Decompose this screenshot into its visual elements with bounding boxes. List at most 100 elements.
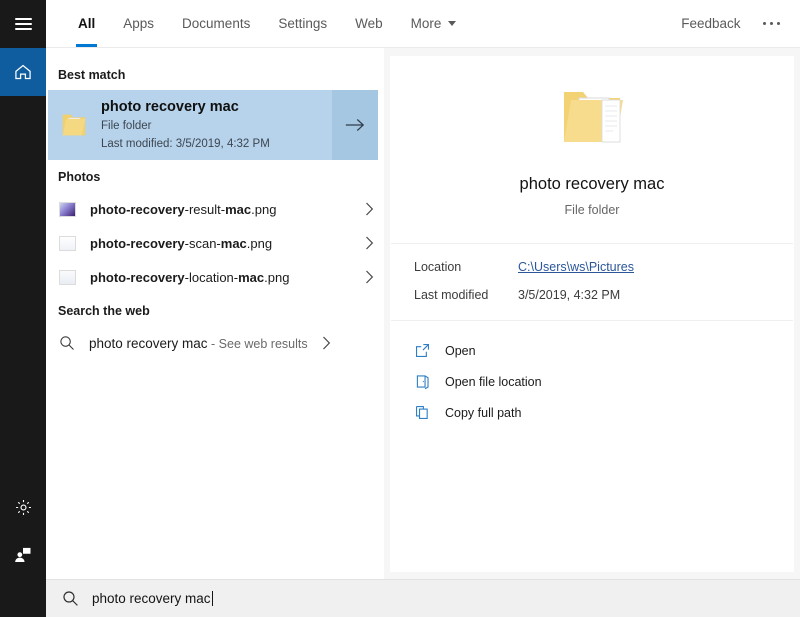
open-external-icon bbox=[415, 343, 430, 358]
image-thumbnail-icon bbox=[59, 269, 76, 285]
list-item[interactable]: photo-recovery-scan-mac.png bbox=[46, 226, 384, 260]
action-label: Open bbox=[445, 343, 476, 358]
best-match-result[interactable]: photo recovery mac File folder Last modi… bbox=[48, 90, 378, 160]
metadata-key: Last modified bbox=[414, 288, 489, 302]
photo-result-label: photo-recovery-result-mac.png bbox=[90, 202, 351, 217]
image-thumbnail-icon bbox=[59, 201, 76, 217]
left-rail bbox=[0, 0, 46, 617]
list-item[interactable]: photo-recovery-result-mac.png bbox=[46, 192, 384, 226]
tab-documents[interactable]: Documents bbox=[168, 0, 264, 47]
arrow-right-icon bbox=[345, 119, 365, 131]
rail-bottom-group bbox=[0, 483, 46, 579]
tab-apps-label: Apps bbox=[123, 16, 155, 31]
photo-label-part: photo-recovery bbox=[90, 235, 185, 251]
photo-label-part: -location- bbox=[184, 269, 239, 285]
action-open[interactable]: Open bbox=[414, 335, 770, 366]
web-search-label: photo recovery mac - See web results bbox=[89, 336, 308, 351]
metadata-value: 3/5/2019, 4:32 PM bbox=[518, 288, 621, 302]
best-match-heading: Best match bbox=[58, 68, 126, 82]
search-input[interactable]: photo recovery mac bbox=[92, 591, 213, 606]
hamburger-icon bbox=[14, 15, 32, 33]
action-label: Copy full path bbox=[445, 405, 522, 420]
tab-more[interactable]: More bbox=[397, 0, 471, 47]
chevron-down-icon bbox=[448, 21, 457, 26]
search-icon bbox=[60, 336, 74, 350]
photo-label-part: .png bbox=[246, 235, 273, 251]
ellipsis-icon[interactable] bbox=[759, 16, 785, 32]
person-feedback-icon bbox=[15, 547, 31, 562]
tab-settings-label: Settings bbox=[278, 16, 328, 31]
photo-label-part: .png bbox=[264, 269, 290, 285]
location-link[interactable]: C:\Users\ws\Pictures bbox=[518, 260, 634, 274]
hamburger-menu-button[interactable] bbox=[0, 0, 46, 48]
main-content: Best match photo recovery mac File folde… bbox=[46, 48, 800, 579]
search-input-value: photo recovery mac bbox=[92, 591, 211, 606]
detail-hero: photo recovery mac File folder bbox=[390, 56, 794, 243]
windows-search-window: All Apps Documents Settings Web More Fee… bbox=[0, 0, 800, 617]
tab-apps[interactable]: Apps bbox=[109, 0, 168, 47]
text-cursor bbox=[211, 591, 213, 606]
folder-icon bbox=[62, 114, 86, 136]
rail-item-home[interactable] bbox=[0, 48, 46, 96]
copy-icon bbox=[415, 405, 428, 420]
photo-label-part: mac bbox=[220, 235, 247, 251]
folder-icon-large bbox=[564, 92, 623, 143]
metadata-key: Location bbox=[414, 260, 462, 274]
web-search-item[interactable]: photo recovery mac - See web results bbox=[46, 326, 384, 360]
photo-label-part: .png bbox=[251, 201, 277, 217]
best-match-kind: File folder bbox=[101, 120, 152, 133]
chevron-right-icon bbox=[366, 270, 374, 284]
home-icon bbox=[15, 64, 31, 80]
detail-panel: photo recovery mac File folder Location … bbox=[390, 56, 794, 572]
tab-bar: All Apps Documents Settings Web More Fee… bbox=[46, 0, 800, 48]
web-search-suffix: - See web results bbox=[207, 336, 308, 351]
metadata-row-location: Location C:\Users\ws\Pictures bbox=[414, 260, 770, 274]
tab-web-label: Web bbox=[355, 16, 383, 31]
action-copy-full-path[interactable]: Copy full path bbox=[414, 397, 770, 428]
metadata-row-last-modified: Last modified 3/5/2019, 4:32 PM bbox=[414, 288, 770, 302]
best-match-expand-button[interactable] bbox=[332, 90, 378, 160]
tab-settings[interactable]: Settings bbox=[264, 0, 341, 47]
best-match-title: photo recovery mac bbox=[101, 99, 239, 116]
results-column: Best match photo recovery mac File folde… bbox=[46, 48, 384, 579]
detail-metadata: Location C:\Users\ws\Pictures Last modif… bbox=[390, 244, 794, 320]
image-thumbnail-icon bbox=[59, 235, 76, 251]
best-match-modified: Last modified: 3/5/2019, 4:32 PM bbox=[101, 137, 270, 150]
feedback-button[interactable]: Feedback bbox=[681, 16, 740, 31]
detail-panel-wrapper: photo recovery mac File folder Location … bbox=[384, 48, 800, 579]
tab-documents-label: Documents bbox=[182, 16, 251, 31]
web-search-query: photo recovery mac bbox=[89, 335, 208, 351]
photo-result-label: photo-recovery-location-mac.png bbox=[90, 270, 351, 285]
gear-icon bbox=[15, 499, 31, 515]
detail-actions: Open Open file location Copy full path bbox=[390, 321, 794, 442]
photo-label-part: photo-recovery bbox=[90, 269, 185, 285]
open-folder-icon bbox=[416, 375, 429, 390]
detail-title: photo recovery mac bbox=[519, 175, 665, 193]
tab-web[interactable]: Web bbox=[341, 0, 397, 47]
best-match-body: photo recovery mac File folder Last modi… bbox=[48, 90, 332, 160]
search-the-web-heading: Search the web bbox=[58, 304, 150, 318]
tab-all[interactable]: All bbox=[64, 0, 109, 47]
best-match-text: photo recovery mac File folder Last modi… bbox=[101, 97, 270, 153]
detail-kind: File folder bbox=[564, 203, 620, 217]
chevron-right-icon bbox=[366, 236, 374, 250]
tab-all-label: All bbox=[78, 16, 96, 31]
rail-item-feedback[interactable] bbox=[0, 531, 46, 579]
action-open-file-location[interactable]: Open file location bbox=[414, 366, 770, 397]
list-item[interactable]: photo-recovery-location-mac.png bbox=[46, 260, 384, 294]
photo-label-part: mac bbox=[238, 269, 265, 285]
action-label: Open file location bbox=[445, 374, 542, 389]
search-bar[interactable]: photo recovery mac bbox=[46, 579, 800, 617]
photo-result-label: photo-recovery-scan-mac.png bbox=[90, 236, 351, 251]
photo-label-part: -result- bbox=[184, 201, 226, 217]
search-icon bbox=[63, 591, 78, 606]
photos-heading: Photos bbox=[58, 170, 101, 184]
photo-label-part: -scan- bbox=[184, 235, 221, 251]
tab-more-label: More bbox=[410, 16, 442, 31]
photo-label-part: mac bbox=[225, 201, 252, 217]
tab-list: All Apps Documents Settings Web More bbox=[46, 0, 470, 47]
chevron-right-icon bbox=[322, 336, 330, 350]
photo-label-part: photo-recovery bbox=[90, 201, 185, 217]
topbar-right-group: Feedback bbox=[681, 0, 800, 47]
rail-item-settings[interactable] bbox=[0, 483, 46, 531]
